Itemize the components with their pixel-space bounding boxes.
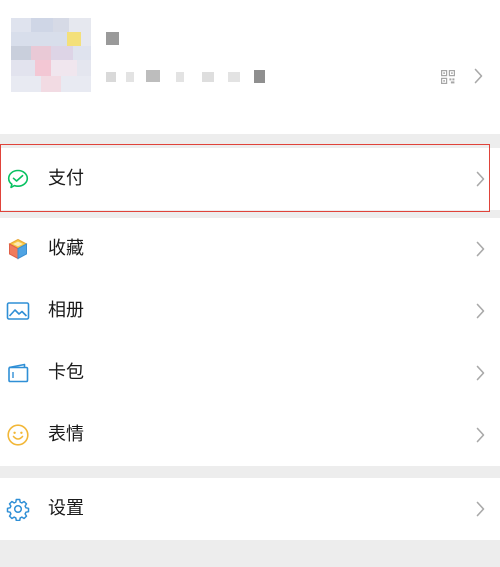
id-pixel: [254, 70, 265, 83]
menu-group-settings: 设置: [0, 478, 500, 540]
menu-item-settings[interactable]: 设置: [0, 478, 500, 540]
chevron-right-icon: [476, 365, 485, 381]
chevron-right-icon: [476, 171, 485, 187]
chevron-right-icon: [474, 68, 483, 84]
menu-item-label: 相册: [48, 300, 84, 321]
id-pixel: [146, 70, 160, 82]
profile-header[interactable]: [0, 0, 500, 134]
cube-icon: [8, 238, 28, 260]
smiley-face-icon: [7, 424, 29, 446]
menu-item-label: 支付: [48, 168, 84, 189]
chevron-right-icon: [476, 427, 485, 443]
menu-item-label: 收藏: [48, 238, 84, 259]
chevron-right-icon: [476, 241, 485, 257]
menu-item-stickers[interactable]: 表情: [0, 404, 500, 466]
menu-item-label: 设置: [48, 498, 84, 519]
nickname-pixel: [106, 32, 119, 45]
menu-item-album[interactable]: 相册: [0, 280, 500, 342]
chevron-right-icon: [476, 303, 485, 319]
qr-code-icon[interactable]: [441, 70, 455, 84]
menu-group-features: 收藏 相册 卡包 表情: [0, 218, 500, 466]
id-pixel: [106, 72, 116, 82]
id-pixel: [126, 72, 134, 82]
menu-item-cards[interactable]: 卡包: [0, 342, 500, 404]
wechat-pay-icon: [7, 169, 29, 189]
id-pixel: [176, 72, 184, 82]
wallet-card-icon: [8, 363, 29, 383]
chevron-right-icon: [476, 501, 485, 517]
photo-album-icon: [6, 302, 30, 320]
menu-item-favorites[interactable]: 收藏: [0, 218, 500, 280]
menu-group-pay: 支付: [0, 148, 500, 210]
id-pixel: [228, 72, 240, 82]
menu-item-label: 表情: [48, 424, 84, 445]
id-pixel: [202, 72, 214, 82]
menu-item-label: 卡包: [48, 362, 84, 383]
avatar[interactable]: [11, 18, 91, 92]
gear-icon: [6, 498, 30, 521]
menu-item-pay[interactable]: 支付: [0, 148, 500, 210]
